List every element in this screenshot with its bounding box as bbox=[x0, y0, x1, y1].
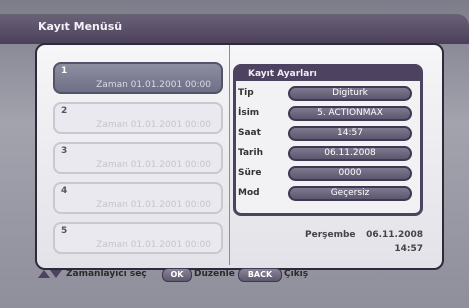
setting-value: 0000 bbox=[338, 168, 362, 178]
footer-help-bar: Zamanlayıcı seç OK Düzenle BACK Çıkış bbox=[38, 266, 438, 284]
record-settings-panel: Kayıt Ayarları Tip Digiturk İsim 5. ACTI… bbox=[233, 64, 423, 216]
timer-number: 3 bbox=[61, 146, 68, 156]
timer-slot-2[interactable]: 2 Zaman 01.01.2001 00:00 bbox=[53, 102, 223, 134]
setting-value-pill[interactable]: Digiturk bbox=[288, 86, 412, 101]
setting-label: Tip bbox=[238, 88, 254, 98]
ok-key[interactable]: OK bbox=[162, 268, 192, 282]
setting-row-tip[interactable]: Tip Digiturk bbox=[236, 86, 420, 103]
setting-label: Süre bbox=[238, 168, 262, 178]
timer-slot-3[interactable]: 3 Zaman 01.01.2001 00:00 bbox=[53, 142, 223, 174]
setting-label: Saat bbox=[238, 128, 261, 138]
select-hint: Zamanlayıcı seç bbox=[66, 269, 147, 279]
timer-time: Zaman 01.01.2001 00:00 bbox=[96, 120, 211, 130]
setting-value-pill[interactable]: 06.11.2008 bbox=[288, 146, 412, 161]
setting-row-sure[interactable]: Süre 0000 bbox=[236, 166, 420, 183]
back-key[interactable]: BACK bbox=[238, 268, 282, 282]
timer-slot-1[interactable]: 1 Zaman 01.01.2001 00:00 bbox=[53, 62, 223, 94]
setting-value: Digiturk bbox=[332, 88, 368, 98]
setting-value-pill[interactable]: 0000 bbox=[288, 166, 412, 181]
setting-value: 5. ACTIONMAX bbox=[317, 108, 383, 118]
setting-row-isim[interactable]: İsim 5. ACTIONMAX bbox=[236, 106, 420, 123]
panel-divider bbox=[229, 45, 230, 265]
current-day: Perşembe bbox=[305, 230, 356, 240]
timer-number: 1 bbox=[61, 66, 68, 76]
setting-value-pill[interactable]: 14:57 bbox=[288, 126, 412, 141]
settings-title: Kayıt Ayarları bbox=[236, 67, 420, 81]
current-date: 06.11.2008 bbox=[366, 230, 423, 240]
timer-number: 5 bbox=[61, 226, 68, 236]
timer-number: 4 bbox=[61, 186, 68, 196]
timer-time: Zaman 01.01.2001 00:00 bbox=[96, 200, 211, 210]
edit-hint: Düzenle bbox=[194, 269, 235, 279]
timer-time: Zaman 01.01.2001 00:00 bbox=[96, 160, 211, 170]
setting-value-pill[interactable]: 5. ACTIONMAX bbox=[288, 106, 412, 121]
setting-label: Tarih bbox=[238, 148, 263, 158]
timer-slot-4[interactable]: 4 Zaman 01.01.2001 00:00 bbox=[53, 182, 223, 214]
timer-number: 2 bbox=[61, 106, 68, 116]
setting-row-saat[interactable]: Saat 14:57 bbox=[236, 126, 420, 143]
setting-label: Mod bbox=[238, 188, 260, 198]
setting-value: Geçersiz bbox=[330, 188, 370, 198]
up-arrow-icon bbox=[38, 270, 50, 278]
setting-row-tarih[interactable]: Tarih 06.11.2008 bbox=[236, 146, 420, 163]
timer-time: Zaman 01.01.2001 00:00 bbox=[96, 80, 211, 90]
page-title: Kayıt Menüsü bbox=[38, 20, 123, 33]
current-time: 14:57 bbox=[394, 244, 423, 254]
setting-value-pill[interactable]: Geçersiz bbox=[288, 186, 412, 201]
down-arrow-icon bbox=[50, 270, 62, 278]
current-datetime: Perşembe 06.11.2008 14:57 bbox=[233, 230, 423, 260]
setting-value: 14:57 bbox=[337, 128, 363, 138]
timer-list: 1 Zaman 01.01.2001 00:00 2 Zaman 01.01.2… bbox=[53, 62, 226, 260]
timer-slot-5[interactable]: 5 Zaman 01.01.2001 00:00 bbox=[53, 222, 223, 254]
setting-row-mod[interactable]: Mod Geçersiz bbox=[236, 186, 420, 203]
setting-value: 06.11.2008 bbox=[324, 148, 376, 158]
setting-label: İsim bbox=[238, 108, 260, 118]
timer-time: Zaman 01.01.2001 00:00 bbox=[96, 240, 211, 250]
exit-hint: Çıkış bbox=[284, 269, 309, 279]
